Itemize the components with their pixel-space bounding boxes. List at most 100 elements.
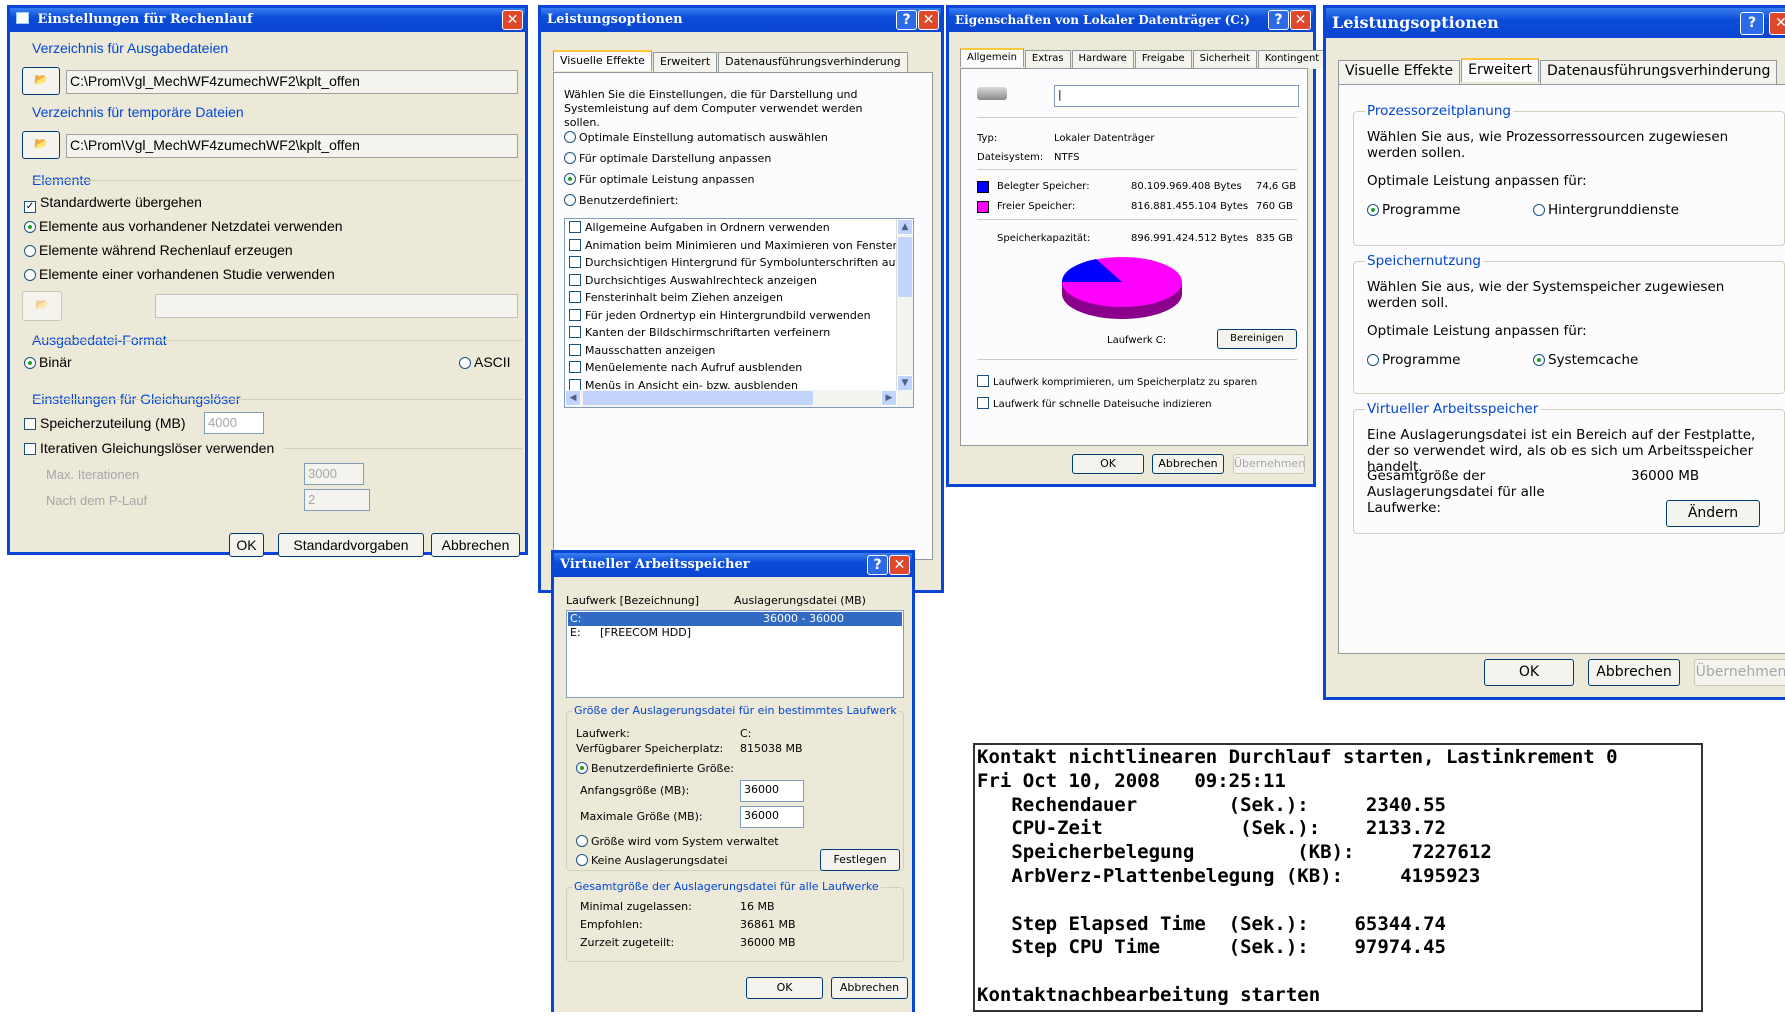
close-button[interactable]: ✕ (918, 10, 939, 30)
drive-name-input[interactable]: | (1054, 85, 1299, 107)
effect-checkbox[interactable]: Menüelemente nach Aufruf ausblenden (569, 361, 802, 374)
effect-checkbox[interactable]: Mausschatten anzeigen (569, 343, 715, 357)
standard-checkbox[interactable]: ✓ Standardwerte übergehen (24, 194, 202, 213)
close-button[interactable]: ✕ (1290, 10, 1311, 30)
change-button[interactable]: Ändern (1666, 500, 1760, 527)
tab-visual-effects[interactable]: Visuelle Effekte (553, 50, 652, 71)
plauf-field[interactable]: 2 (304, 489, 370, 511)
scroll-up-icon[interactable]: ▲ (897, 219, 913, 235)
tab-advanced[interactable]: Erweitert (652, 52, 718, 73)
scroll-left-icon[interactable]: ◀ (565, 390, 581, 406)
defaults-button[interactable]: Standardvorgaben (278, 533, 424, 557)
close-button[interactable]: ✕ (889, 555, 910, 575)
tmp-dir-field[interactable]: C:\Prom\Vgl_MechWF4zumechWF2\kplt_offen (66, 134, 518, 158)
tab-advanced[interactable]: Erweitert (1461, 58, 1540, 82)
max-iter-field[interactable]: 3000 (304, 463, 364, 485)
app-icon (16, 12, 29, 24)
radio-rechen[interactable]: Elemente während Rechenlauf erzeugen (24, 242, 293, 258)
mem-field[interactable]: 4000 (204, 412, 264, 434)
hscroll-thumb[interactable] (583, 391, 813, 405)
iter-checkbox[interactable]: Iterativen Gleichungslöser verwenden (24, 440, 274, 456)
radio-programs-1[interactable]: Programme (1367, 202, 1460, 218)
type-label: Typ: (977, 133, 998, 144)
tab-dep[interactable]: Datenausführungsverhinderung (1540, 60, 1778, 84)
titlebar[interactable]: Eigenschaften von Lokaler Datenträger (C… (949, 8, 1313, 32)
index-checkbox[interactable]: Laufwerk für schnelle Dateisuche indizie… (977, 397, 1212, 410)
radio-studie[interactable]: Elemente einer vorhandenen Studie verwen… (24, 266, 335, 282)
radio-display[interactable]: Für optimale Darstellung anpassen (564, 152, 771, 165)
radio-system-managed[interactable]: Größe wird vom System verwaltet (576, 835, 779, 848)
tab-tools[interactable]: Extras (1024, 50, 1071, 69)
tab-general[interactable]: Allgemein (960, 48, 1024, 67)
vertical-scrollbar[interactable]: ▲ ▼ (896, 219, 913, 391)
titlebar[interactable]: Leistungsoptionen ? ✕ (1326, 8, 1785, 38)
apply-button[interactable]: Übernehmen (1233, 454, 1305, 474)
radio-performance[interactable]: Für optimale Leistung anpassen (564, 173, 754, 186)
folder-open-button-2[interactable]: 📂 (22, 131, 60, 159)
study-field[interactable] (155, 294, 518, 318)
radio-ascii[interactable]: ASCII (459, 354, 511, 370)
tab-hardware[interactable]: Hardware (1071, 50, 1134, 69)
cancel-button[interactable]: Abbrechen (1588, 659, 1680, 686)
scroll-down-icon[interactable]: ▼ (897, 375, 913, 391)
cancel-button[interactable]: Abbrechen (1152, 454, 1224, 474)
radio-icon (576, 854, 588, 866)
vm-title: Virtueller Arbeitsspeicher (1365, 401, 1541, 417)
effect-checkbox[interactable]: Allgemeine Aufgaben in Ordnern verwenden (569, 221, 830, 234)
checkbox-icon (569, 221, 581, 233)
help-button[interactable]: ? (1268, 10, 1289, 30)
scroll-thumb[interactable] (898, 237, 912, 297)
ok-button[interactable]: OK (1072, 454, 1144, 474)
help-button[interactable]: ? (1740, 12, 1764, 35)
mem-checkbox[interactable]: Speicherzuteilung (MB) (24, 415, 186, 431)
tab-quota[interactable]: Kontingent (1257, 50, 1327, 69)
help-button[interactable]: ? (867, 555, 888, 575)
effect-checkbox[interactable]: Kanten der Bildschirmschriftarten verfei… (569, 326, 830, 339)
radio-custom-size[interactable]: Benutzerdefinierte Größe: (576, 762, 734, 775)
cancel-button[interactable]: Abbrechen (831, 977, 908, 999)
radio-background[interactable]: Hintergrunddienste (1533, 202, 1679, 218)
radio-custom[interactable]: Benutzerdefiniert: (564, 194, 678, 207)
tab-sharing[interactable]: Freigabe (1134, 50, 1192, 69)
out-dir-field[interactable]: C:\Prom\Vgl_MechWF4zumechWF2\kplt_offen (66, 70, 518, 94)
scroll-right-icon[interactable]: ▶ (881, 390, 897, 406)
tab-dep[interactable]: Datenausführungsverhinderung (718, 52, 908, 73)
close-button[interactable]: ✕ (502, 10, 523, 30)
titlebar[interactable]: Virtueller Arbeitsspeicher ? ✕ (554, 553, 912, 577)
radio-binary[interactable]: Binär (24, 354, 72, 370)
drive-row-e[interactable]: E: [FREECOM HDD] (568, 626, 902, 640)
folder-open-button[interactable]: 📂 (22, 67, 60, 95)
tab-visual-effects[interactable]: Visuelle Effekte (1338, 60, 1461, 84)
label: Keine Auslagerungsdatei (591, 854, 728, 867)
init-size-input[interactable]: 36000 (740, 780, 804, 802)
study-folder-button[interactable]: 📂 (22, 291, 62, 321)
radio-no-pagefile[interactable]: Keine Auslagerungsdatei (576, 854, 728, 867)
cleanup-button[interactable]: Bereinigen (1217, 329, 1297, 349)
close-button[interactable]: ✕ (1769, 12, 1785, 35)
cancel-button[interactable]: Abbrechen (431, 533, 520, 557)
titlebar[interactable]: Leistungsoptionen ? ✕ (541, 8, 941, 32)
window-run-settings: Einstellungen für Rechenlauf ✕ Verzeichn… (7, 5, 528, 557)
radio-auto[interactable]: Optimale Einstellung automatisch auswähl… (564, 131, 828, 144)
ok-button[interactable]: OK (746, 977, 823, 999)
drive-row-c[interactable]: C: 36000 - 36000 (568, 612, 902, 626)
compress-checkbox[interactable]: Laufwerk komprimieren, um Speicherplatz … (977, 375, 1257, 388)
effect-checkbox[interactable]: Animation beim Minimieren und Maximieren… (569, 238, 904, 252)
max-size-input[interactable]: 36000 (740, 806, 804, 828)
ok-button[interactable]: OK (229, 533, 264, 557)
radio-programs-2[interactable]: Programme (1367, 352, 1460, 368)
effect-checkbox[interactable]: Für jeden Ordnertyp ein Hintergrundbild … (569, 308, 871, 322)
horizontal-scrollbar[interactable]: ◀ ▶ (565, 390, 913, 407)
tab-security[interactable]: Sicherheit (1192, 50, 1257, 69)
effect-checkbox[interactable]: Fensterinhalt beim Ziehen anzeigen (569, 291, 783, 304)
apply-button[interactable]: Übernehmen (1694, 659, 1785, 686)
help-button[interactable]: ? (896, 10, 917, 30)
ok-button[interactable]: OK (1484, 659, 1574, 686)
radio-netz[interactable]: Elemente aus vorhandener Netzdatei verwe… (24, 218, 343, 234)
effect-checkbox[interactable]: Durchsichtigen Hintergrund für Symbolunt… (569, 256, 910, 269)
radio-syscache[interactable]: Systemcache (1533, 352, 1638, 368)
set-button[interactable]: Festlegen (820, 849, 900, 871)
effect-checkbox[interactable]: Durchsichtiges Auswahlrechteck anzeigen (569, 273, 817, 287)
intro-text: Wählen Sie die Einstellungen, die für Da… (564, 88, 863, 129)
titlebar[interactable]: Einstellungen für Rechenlauf ✕ (10, 8, 525, 32)
